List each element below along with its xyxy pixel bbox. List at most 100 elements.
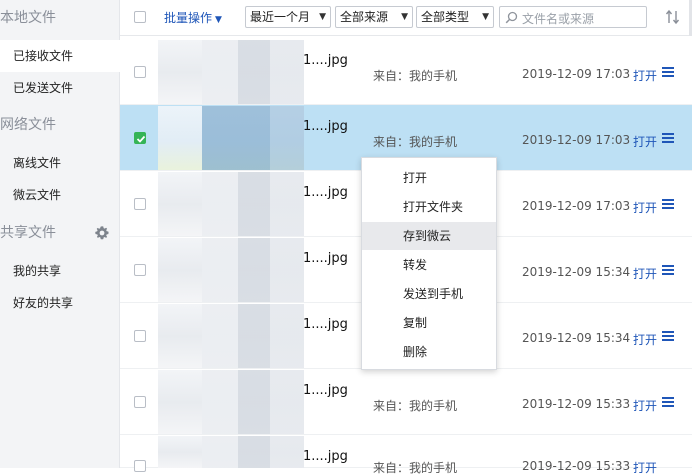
menu-icon[interactable] [662,133,674,144]
section-shared-files: 共享文件 [0,221,120,245]
gear-icon[interactable] [94,225,110,241]
menu-item-label: 转发 [403,258,428,272]
file-time: 2019-12-09 15:34 [522,331,631,345]
sidebar-item-my-shares[interactable]: 我的共享 [0,255,120,287]
row-checkbox[interactable] [134,66,146,78]
menu-icon[interactable] [662,199,674,210]
file-name: 1....jpg [303,251,348,266]
file-name: 1....jpg [303,185,348,200]
open-link[interactable]: 打开 [633,199,657,216]
file-name: 1....jpg [303,449,348,464]
menu-item-save-to-weiyun[interactable]: 存到微云 [362,222,496,250]
file-thumbnail [158,40,304,104]
type-filter-select[interactable]: 全部类型 ▼ [416,6,494,28]
file-name: 1....jpg [303,383,348,398]
file-row[interactable]: 1....jpg 来自：我的手机 2019-12-09 15:33 打开 [120,369,692,435]
menu-item-send-to-phone[interactable]: 发送到手机 [362,280,496,308]
menu-item-forward[interactable]: 转发 [362,251,496,279]
sidebar-item-label: 我的共享 [13,264,62,278]
menu-item-label: 删除 [403,345,428,359]
file-thumbnail [158,172,304,236]
file-name: 1....jpg [303,317,348,332]
file-source: 来自：我的手机 [373,399,458,413]
section-network-files: 网络文件 [0,113,120,137]
type-filter-value: 全部类型 [421,10,470,24]
menu-icon[interactable] [662,397,674,408]
file-time: 2019-12-09 15:33 [522,397,631,411]
row-checkbox[interactable] [134,396,146,408]
open-link[interactable]: 打开 [633,265,657,282]
sidebar-item-label: 好友的共享 [13,296,74,310]
file-thumbnail [158,238,304,302]
sidebar-item-label: 微云文件 [13,188,62,202]
file-time: 2019-12-09 15:34 [522,265,631,279]
batch-operations-button[interactable]: 批量操作 ▼ [164,10,222,26]
section-title: 本地文件 [0,10,56,26]
menu-item-label: 打开 [403,171,428,185]
file-row[interactable]: 1....jpg 来自：我的手机 2019-12-09 17:03 打开 [120,39,692,105]
open-link[interactable]: 打开 [633,67,657,84]
open-link[interactable]: 打开 [633,331,657,348]
open-link[interactable]: 打开 [633,133,657,150]
menu-icon[interactable] [662,331,674,342]
row-checkbox[interactable] [134,330,146,342]
file-thumbnail [158,304,304,368]
menu-item-open-folder[interactable]: 打开文件夹 [362,193,496,221]
sidebar-item-offline-files[interactable]: 离线文件 [0,147,120,179]
menu-item-label: 存到微云 [403,229,452,243]
select-all-checkbox[interactable] [134,11,146,23]
sidebar: 本地文件 已接收文件 已发送文件 网络文件 离线文件 微云文件 共享文件 我的共… [0,0,120,468]
toolbar: 批量操作 ▼ 最近一个月 ▼ 全部来源 ▼ 全部类型 ▼ 文件名或来源 [120,0,692,36]
file-thumbnail [158,370,304,434]
row-checkbox[interactable] [134,264,146,276]
sidebar-item-label: 离线文件 [13,156,62,170]
search-input[interactable]: 文件名或来源 [499,6,647,28]
batch-operations-label: 批量操作 [164,11,213,25]
sidebar-item-weiyun-files[interactable]: 微云文件 [0,179,120,211]
file-time: 2019-12-09 17:03 [522,133,631,147]
section-title: 共享文件 [0,225,56,241]
menu-icon[interactable] [662,67,674,78]
chevron-down-icon: ▼ [319,12,326,22]
sidebar-item-label: 已发送文件 [13,81,74,95]
menu-item-delete[interactable]: 删除 [362,338,496,366]
source-filter-value: 全部来源 [340,10,389,24]
context-menu: 打开 打开文件夹 存到微云 转发 发送到手机 复制 删除 [361,157,497,370]
menu-item-label: 发送到手机 [403,287,464,301]
time-filter-value: 最近一个月 [250,10,311,24]
search-placeholder: 文件名或来源 [522,12,595,26]
sidebar-item-friends-shares[interactable]: 好友的共享 [0,287,120,319]
menu-item-label: 复制 [403,316,428,330]
menu-item-label: 打开文件夹 [403,200,464,214]
sidebar-item-received-files[interactable]: 已接收文件 [0,40,120,72]
caret-down-icon: ▼ [215,15,222,25]
sidebar-item-label: 已接收文件 [13,49,74,63]
file-row[interactable]: 1....jpg 来自：我的手机 2019-12-09 15:33 打开 [120,435,692,475]
file-name: 1....jpg [303,119,348,134]
file-time: 2019-12-09 15:33 [522,459,631,473]
time-filter-select[interactable]: 最近一个月 ▼ [245,6,331,28]
row-checkbox[interactable] [134,198,146,210]
section-local-files: 本地文件 [0,6,120,30]
sidebar-item-sent-files[interactable]: 已发送文件 [0,72,120,104]
checkmark-icon [136,135,146,143]
file-thumbnail [158,436,304,468]
file-name: 1....jpg [303,53,348,68]
file-thumbnail [158,106,304,170]
sort-icon[interactable] [665,9,681,29]
file-source: 来自：我的手机 [373,135,458,149]
file-time: 2019-12-09 17:03 [522,67,631,81]
chevron-down-icon: ▼ [482,12,489,22]
file-time: 2019-12-09 17:03 [522,199,631,213]
menu-item-open[interactable]: 打开 [362,164,496,192]
row-checkbox[interactable] [134,132,146,144]
file-source: 来自：我的手机 [373,69,458,83]
open-link[interactable]: 打开 [633,397,657,414]
menu-item-copy[interactable]: 复制 [362,309,496,337]
search-icon [505,11,518,24]
menu-icon[interactable] [662,265,674,276]
row-checkbox[interactable] [134,460,146,472]
chevron-down-icon: ▼ [401,12,408,22]
source-filter-select[interactable]: 全部来源 ▼ [335,6,413,28]
section-title: 网络文件 [0,117,56,133]
